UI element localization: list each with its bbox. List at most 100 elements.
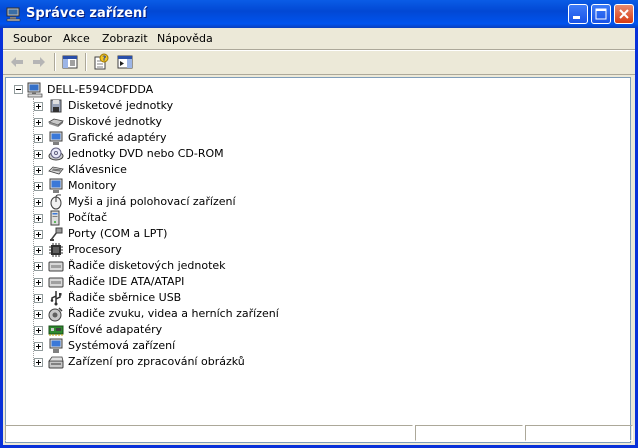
menu-bar: Soubor Akce Zobrazit Nápověda xyxy=(3,28,635,49)
minimize-icon xyxy=(573,16,580,19)
close-icon xyxy=(619,9,629,19)
tree-item[interactable]: Řadiče disketových jednotek xyxy=(28,258,348,274)
expand-button[interactable] xyxy=(34,118,43,127)
menu-napoveda[interactable]: Nápověda xyxy=(157,32,213,45)
tree-item[interactable]: Zařízení pro zpracování obrázků xyxy=(28,354,348,370)
sound-icon xyxy=(48,307,63,322)
tree-item[interactable]: Síťové adapatéry xyxy=(28,322,348,338)
keyboard-icon xyxy=(48,166,64,175)
forward-arrow-icon[interactable] xyxy=(30,53,48,71)
tree-item[interactable]: Počítač xyxy=(28,210,348,226)
tree-item[interactable]: Diskové jednotky xyxy=(28,114,348,130)
cdrom-icon xyxy=(48,147,64,161)
tree-item-label: Řadiče IDE ATA/ATAPI xyxy=(68,275,185,288)
tree-item[interactable]: Procesory xyxy=(28,242,348,258)
expand-button[interactable] xyxy=(34,230,43,239)
expand-button[interactable] xyxy=(34,246,43,255)
expand-button[interactable] xyxy=(34,294,43,303)
expand-button[interactable] xyxy=(34,358,43,367)
expand-button[interactable] xyxy=(34,262,43,271)
expand-button[interactable] xyxy=(34,214,43,223)
status-bar xyxy=(3,422,635,444)
tree-item-label: Disketové jednotky xyxy=(68,99,174,112)
tree-item[interactable]: Myši a jiná polohovací zařízení xyxy=(28,194,348,210)
processor-icon xyxy=(49,243,63,257)
computer-icon xyxy=(27,82,43,98)
mouse-icon xyxy=(50,194,62,210)
window-client-area: Soubor Akce Zobrazit Nápověda ? DELL-E59… xyxy=(3,28,635,445)
tree-item[interactable]: Řadiče sběrnice USB xyxy=(28,290,348,306)
action-pane-icon[interactable] xyxy=(116,53,134,71)
tree-item-label: Systémová zařízení xyxy=(68,339,176,352)
disk-drive-icon xyxy=(48,118,64,127)
show-hide-console-tree-icon[interactable] xyxy=(61,53,79,71)
properties-help-icon[interactable]: ? xyxy=(92,53,110,71)
tree-item-label: Klávesnice xyxy=(68,163,127,176)
menu-akce[interactable]: Akce xyxy=(63,32,90,45)
tree-item-label: Počítač xyxy=(68,211,108,224)
status-pane-main xyxy=(5,425,413,441)
expand-button[interactable] xyxy=(34,326,43,335)
tree-item[interactable]: Jednotky DVD nebo CD-ROM xyxy=(28,146,348,162)
collapse-root-button[interactable] xyxy=(14,85,23,94)
toolbar-separator xyxy=(54,53,56,71)
floppy-controller-icon xyxy=(48,261,64,272)
monitor-icon xyxy=(49,178,63,193)
tree-item[interactable]: Grafické adaptéry xyxy=(28,130,348,146)
display-adapter-icon xyxy=(49,131,63,145)
menu-soubor[interactable]: Soubor xyxy=(13,32,52,45)
expand-button[interactable] xyxy=(34,134,43,143)
tree-item[interactable]: Monitory xyxy=(28,178,348,194)
close-button[interactable] xyxy=(614,4,634,24)
tree-item[interactable]: Porty (COM a LPT) xyxy=(28,226,348,242)
expand-button[interactable] xyxy=(34,182,43,191)
expand-button[interactable] xyxy=(34,198,43,207)
tree-item[interactable]: Řadiče IDE ATA/ATAPI xyxy=(28,274,348,290)
tree-item-label: Řadiče zvuku, videa a herních zařízení xyxy=(68,307,279,320)
imaging-device-icon xyxy=(48,356,64,369)
tree-item[interactable]: Systémová zařízení xyxy=(28,338,348,354)
expand-button[interactable] xyxy=(34,102,43,111)
tree-item-label: Monitory xyxy=(68,179,117,192)
tree-item[interactable]: Disketové jednotky xyxy=(28,98,348,114)
maximize-button[interactable] xyxy=(591,4,611,24)
tree-root-label: DELL-E594CDFDDA xyxy=(47,83,154,96)
toolbar-bottom-separator xyxy=(3,74,635,75)
minimize-button[interactable] xyxy=(568,4,588,24)
device-tree[interactable]: DELL-E594CDFDDA Disketové jednotky Diskov… xyxy=(5,77,631,443)
status-pane-secondary xyxy=(415,425,523,441)
tree-item-label: Jednotky DVD nebo CD-ROM xyxy=(68,147,224,160)
tree-item[interactable]: Řadiče zvuku, videa a herních zařízení xyxy=(28,306,348,322)
tree-item-label: Diskové jednotky xyxy=(68,115,163,128)
floppy-drive-icon xyxy=(50,99,62,113)
expand-button[interactable] xyxy=(34,310,43,319)
port-icon xyxy=(50,227,63,241)
device-manager-window: Správce zařízení Soubor Akce Zobrazit Ná… xyxy=(0,0,638,448)
tree-item-label: Grafické adaptéry xyxy=(68,131,167,144)
tree-item-label: Řadiče disketových jednotek xyxy=(68,259,226,272)
back-arrow-icon[interactable] xyxy=(8,53,26,71)
expand-button[interactable] xyxy=(34,150,43,159)
device-manager-icon xyxy=(6,7,21,22)
tree-item-label: Síťové adapatéry xyxy=(68,323,163,336)
status-pane-tertiary xyxy=(525,425,633,441)
usb-icon xyxy=(50,291,62,306)
ide-controller-icon xyxy=(48,277,64,288)
expand-button[interactable] xyxy=(34,342,43,351)
computer-icon xyxy=(50,210,60,226)
toolbar-separator xyxy=(85,53,87,71)
tree-item[interactable]: Klávesnice xyxy=(28,162,348,178)
tree-item-label: Porty (COM a LPT) xyxy=(68,227,168,240)
toolbar: ? xyxy=(3,50,635,74)
tree-item-label: Procesory xyxy=(68,243,122,256)
title-bar[interactable]: Správce zařízení xyxy=(0,0,638,28)
tree-item-label: Myši a jiná polohovací zařízení xyxy=(68,195,236,208)
maximize-icon xyxy=(595,8,607,20)
tree-item-label: Zařízení pro zpracování obrázků xyxy=(68,355,245,368)
network-adapter-icon xyxy=(48,325,64,336)
expand-button[interactable] xyxy=(34,278,43,287)
menu-zobrazit[interactable]: Zobrazit xyxy=(102,32,148,45)
expand-button[interactable] xyxy=(34,166,43,175)
tree-item-label: Řadiče sběrnice USB xyxy=(68,291,182,304)
svg-text:?: ? xyxy=(102,55,106,63)
